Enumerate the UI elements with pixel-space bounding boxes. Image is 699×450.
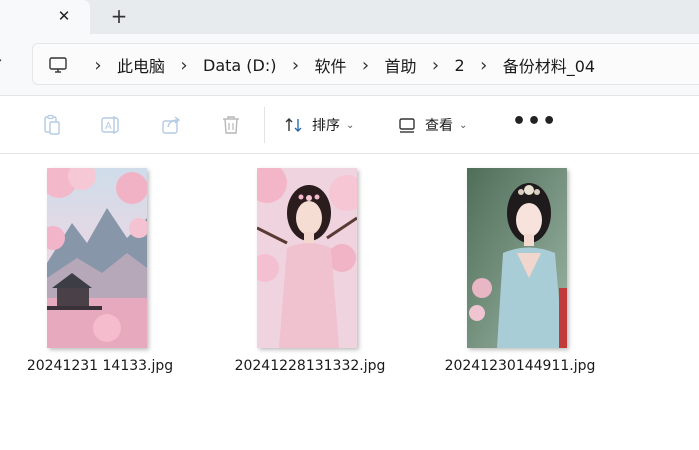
new-tab-button[interactable]: + xyxy=(107,4,131,28)
file-name: 20241228131332.jpg xyxy=(234,358,386,374)
chevron-right-icon[interactable]: › xyxy=(469,55,499,76)
breadcrumb-item[interactable]: 此电脑 xyxy=(113,53,169,77)
more-options-button[interactable]: ••• xyxy=(512,109,557,134)
chevron-right-icon[interactable]: › xyxy=(281,55,311,76)
toolbar-divider xyxy=(264,107,265,143)
tab-bar: ✕ + xyxy=(0,0,699,34)
share-icon[interactable] xyxy=(160,111,182,139)
breadcrumb-item[interactable]: 2 xyxy=(451,56,469,75)
view-label: 查看 xyxy=(425,118,453,134)
chevron-right-icon[interactable]: › xyxy=(83,55,113,76)
command-bar: A 排序 ⌄ 查看 ⌄ ••• xyxy=(0,97,699,154)
image-thumbnail xyxy=(467,168,567,348)
breadcrumb-item-current[interactable]: 备份材料_04 xyxy=(499,53,599,77)
nav-arrow-icon[interactable]: › xyxy=(0,50,2,69)
breadcrumb-item[interactable]: Data (D:) xyxy=(199,56,280,75)
chevron-right-icon[interactable]: › xyxy=(351,55,381,76)
address-row: › › 此电脑 › Data (D:) › 软件 › 首助 › 2 › 备份材料… xyxy=(0,34,699,96)
sort-icon xyxy=(285,118,302,132)
copy-icon[interactable] xyxy=(40,111,62,139)
file-name: 20241230144911.jpg xyxy=(444,358,596,374)
chevron-right-icon[interactable]: › xyxy=(421,55,451,76)
chevron-right-icon[interactable]: › xyxy=(169,55,199,76)
file-item[interactable]: 20241231 14133.jpg xyxy=(0,168,200,388)
breadcrumb-item[interactable]: 首助 xyxy=(381,53,421,77)
active-tab[interactable]: ✕ xyxy=(0,0,90,34)
svg-text:A: A xyxy=(105,121,112,132)
file-name: 20241231 14133.jpg xyxy=(26,358,174,374)
view-icon xyxy=(399,118,415,133)
file-view: 20241231 14133.jpg 20241228131332.jpg 20… xyxy=(0,155,699,450)
image-thumbnail xyxy=(257,168,357,348)
chevron-down-icon: ⌄ xyxy=(459,119,468,131)
computer-icon[interactable] xyxy=(33,44,83,86)
view-button[interactable]: 查看 ⌄ xyxy=(397,111,467,139)
file-item[interactable]: 20241230144911.jpg xyxy=(420,168,620,388)
close-tab-button[interactable]: ✕ xyxy=(54,6,74,26)
sort-label: 排序 xyxy=(312,118,340,134)
file-item[interactable]: 20241228131332.jpg xyxy=(210,168,410,388)
breadcrumb: › 此电脑 › Data (D:) › 软件 › 首助 › 2 › 备份材料_0… xyxy=(33,44,599,86)
breadcrumb-item[interactable]: 软件 xyxy=(311,53,351,77)
image-thumbnail xyxy=(47,168,147,348)
sort-button[interactable]: 排序 ⌄ xyxy=(284,111,354,139)
trash-icon[interactable] xyxy=(220,111,242,139)
rename-icon[interactable]: A xyxy=(100,111,122,139)
address-bar[interactable]: › 此电脑 › Data (D:) › 软件 › 首助 › 2 › 备份材料_0… xyxy=(32,43,699,85)
chevron-down-icon: ⌄ xyxy=(346,119,355,131)
